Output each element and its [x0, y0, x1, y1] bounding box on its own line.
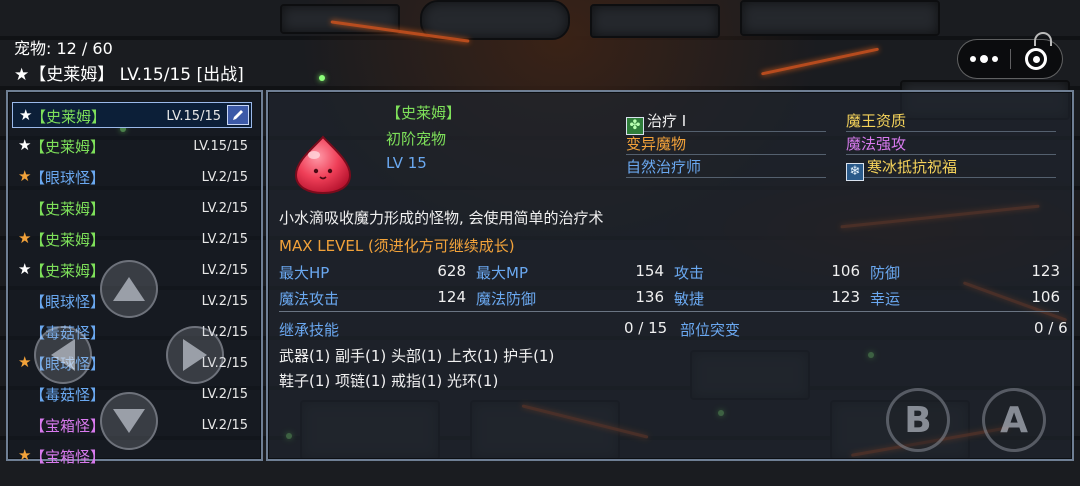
stat-label: 幸运: [870, 290, 901, 308]
pet-list-item[interactable]: ★ 【史莱姆】 LV.15/15: [12, 133, 252, 159]
trait-text: 魔王资质: [846, 112, 907, 130]
dpad-up-button[interactable]: [100, 260, 158, 318]
more-dots-icon: [969, 54, 998, 63]
trait-item[interactable]: 自然治疗师: [626, 156, 826, 178]
pet-list-name: 【宝箱怪】: [30, 448, 106, 466]
mutation-label: 部位突变: [680, 321, 741, 339]
trait-item[interactable]: 魔法强攻: [846, 133, 1056, 155]
pet-rank: 初阶宠物: [386, 130, 447, 148]
slime-pet-portrait: [294, 135, 352, 195]
pet-list-name: 【眼球怪】: [30, 293, 106, 311]
stat-value: 124: [437, 288, 466, 306]
target-close-icon: [1025, 48, 1048, 70]
pet-list-level: LV.2/15: [201, 170, 248, 185]
current-pet-title: ★【史莱姆】 LV.15/15 [出战]: [14, 65, 244, 85]
stat-value: 123: [831, 288, 860, 306]
pet-name: 【史莱姆】: [386, 104, 462, 122]
pet-level: LV 15: [386, 154, 427, 172]
trait-item[interactable]: ✤ 治疗 I: [626, 110, 826, 135]
trait-text: 寒冰抵抗祝福: [867, 158, 958, 176]
pet-list-level: LV.2/15: [201, 294, 248, 309]
stat-value: 154: [635, 262, 664, 280]
rename-button[interactable]: [227, 105, 249, 125]
refresh-icon[interactable]: [1034, 32, 1052, 46]
divider: [279, 311, 1059, 312]
trait-item[interactable]: 变异魔物: [626, 133, 826, 155]
pet-list-item[interactable]: ★ 【史莱姆】 LV.15/15: [12, 102, 252, 128]
pet-list-name: 【眼球怪】: [30, 169, 106, 187]
stat-label: 攻击: [674, 264, 705, 282]
trait-item[interactable]: 魔王资质: [846, 110, 1056, 132]
a-button[interactable]: A: [982, 388, 1046, 452]
b-button[interactable]: B: [886, 388, 950, 452]
inherit-skills-label: 继承技能: [279, 321, 340, 339]
pet-list-name: 【毒菇怪】: [30, 386, 106, 404]
pet-list-name: 【史莱姆】: [31, 108, 107, 126]
pet-list-level: LV.15/15: [166, 109, 221, 124]
stat-value: 123: [1031, 262, 1060, 280]
dpad-down-button[interactable]: [100, 392, 158, 450]
arrow-up-icon: [113, 277, 145, 301]
trait-skill-box: ✤ 治疗 I 变异魔物自然治疗师 魔王资质魔法强攻 ❄ 寒冰抵抗祝福: [620, 110, 1064, 181]
stat-label: 防御: [870, 264, 901, 282]
pet-list-level: LV.2/15: [201, 387, 248, 402]
more-menu-button[interactable]: [958, 40, 1010, 78]
trait-item[interactable]: ❄ 寒冰抵抗祝福: [846, 156, 1056, 181]
pet-list-name: 【史莱姆】: [30, 138, 106, 156]
stat-value: 136: [635, 288, 664, 306]
trait-text: 魔法强攻: [846, 135, 907, 153]
stat-value: 106: [831, 262, 860, 280]
pet-count: 宠物: 12 / 60: [14, 39, 113, 58]
max-level-notice: MAX LEVEL (须进化方可继续成长): [279, 237, 515, 255]
pet-description: 小水滴吸收魔力形成的怪物, 会使用简单的治疗术: [279, 209, 604, 227]
inherit-skills-value: 0 / 15: [624, 319, 668, 337]
stat-label: 魔法防御: [476, 290, 537, 308]
stat-value: 628: [437, 262, 466, 280]
pet-list-level: LV.15/15: [193, 139, 248, 154]
pet-list-name: 【史莱姆】: [30, 231, 106, 249]
stat-value: 106: [1031, 288, 1060, 306]
stat-label: 魔法攻击: [279, 290, 340, 308]
stat-label: 最大MP: [476, 264, 528, 282]
pet-list-level: LV.2/15: [201, 201, 248, 216]
arrow-left-icon: [51, 339, 75, 371]
pet-list-item[interactable]: ★ 【眼球怪】 LV.2/15: [12, 164, 252, 190]
dpad-right-button[interactable]: [166, 326, 224, 384]
stat-label: 敏捷: [674, 290, 705, 308]
trait-text: 变异魔物: [626, 135, 687, 153]
trait-text: 自然治疗师: [626, 158, 702, 176]
pet-list-name: 【史莱姆】: [30, 200, 106, 218]
pet-list-level: LV.2/15: [201, 263, 248, 278]
pet-list-item[interactable]: 【史莱姆】 LV.2/15: [12, 195, 252, 221]
arrow-right-icon: [183, 339, 207, 371]
equip-slots-line1: 武器(1) 副手(1) 头部(1) 上衣(1) 护手(1): [279, 347, 555, 365]
pet-list-level: LV.2/15: [201, 232, 248, 247]
equip-slots-line2: 鞋子(1) 项链(1) 戒指(1) 光环(1): [279, 372, 499, 390]
pet-list-name: 【史莱姆】: [30, 262, 106, 280]
pet-list-name: 【宝箱怪】: [30, 417, 106, 435]
arrow-down-icon: [113, 409, 145, 433]
stat-label: 最大HP: [279, 264, 330, 282]
pet-list-item[interactable]: ★ 【史莱姆】 LV.2/15: [12, 226, 252, 252]
mutation-value: 0 / 6: [1034, 319, 1068, 337]
snowflake-icon: ❄: [846, 163, 864, 181]
dpad-left-button[interactable]: [34, 326, 92, 384]
pen-icon: [233, 110, 243, 120]
pet-list-level: LV.2/15: [201, 418, 248, 433]
trait-text: 治疗 I: [647, 112, 687, 130]
